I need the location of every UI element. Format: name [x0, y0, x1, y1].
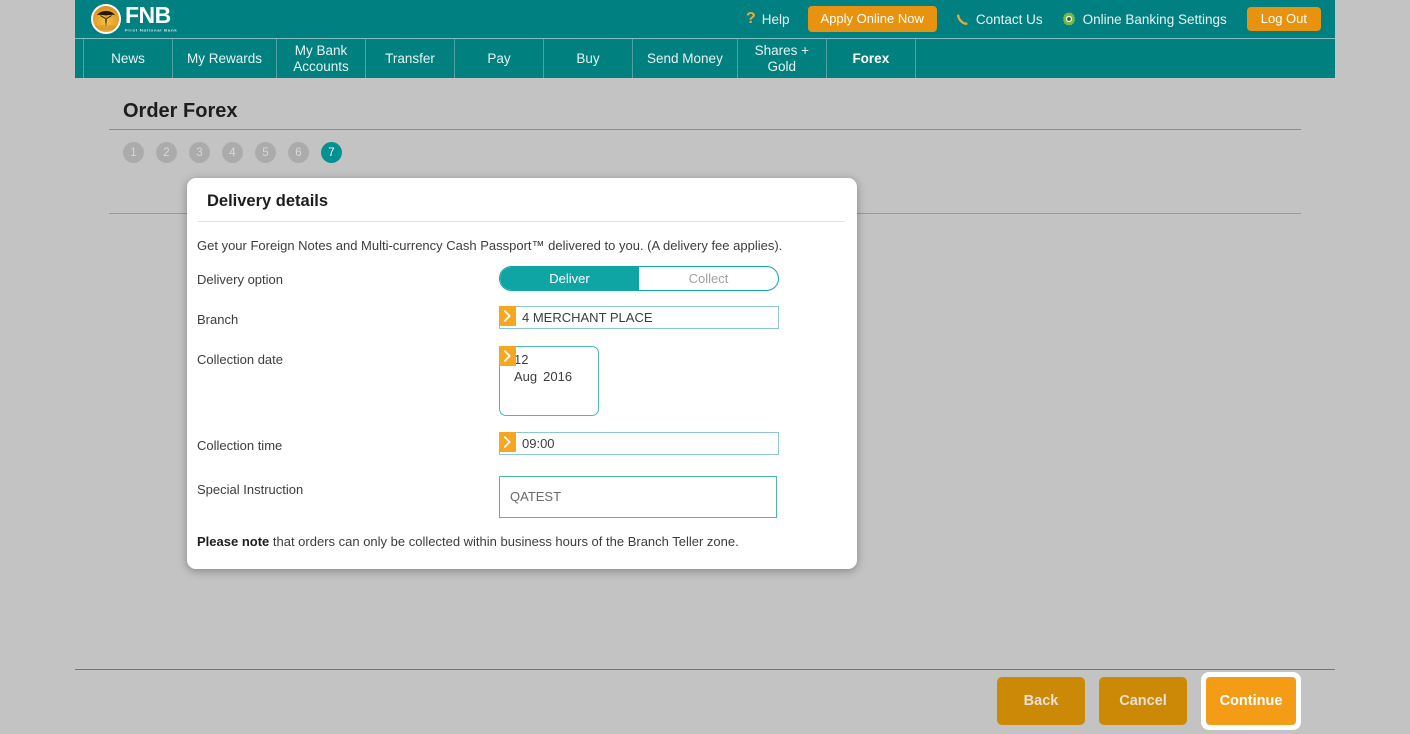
cancel-button[interactable]: Cancel — [1099, 677, 1187, 725]
nav-item-forex[interactable]: Forex — [827, 39, 916, 78]
special-instruction-control: QATEST — [499, 475, 845, 518]
fnb-logo[interactable]: FNB First National Bank — [91, 2, 177, 36]
special-instruction-input[interactable]: QATEST — [499, 475, 777, 518]
phone-icon — [955, 12, 970, 27]
collection-date-year: 2016 — [543, 369, 573, 385]
nav-item-my-bank-accounts[interactable]: My Bank Accounts — [277, 39, 367, 78]
chevron-right-icon[interactable] — [499, 345, 516, 366]
header-actions: ? Help Apply Online Now Contact Us Onlin… — [728, 0, 1335, 38]
field-row-delivery-option: Delivery option Deliver Collect — [197, 265, 845, 296]
branch-input[interactable]: 4 MERCHANT PLACE — [499, 305, 779, 329]
delivery-option-toggle[interactable]: Deliver Collect — [499, 265, 779, 291]
contact-us-label: Contact Us — [975, 11, 1043, 27]
contact-us-link[interactable]: Contact Us — [955, 12, 1043, 27]
step-5[interactable]: 5 — [255, 142, 276, 163]
please-note-text: Please note that orders can only be coll… — [197, 534, 845, 549]
page-title: Order Forex — [109, 78, 1301, 130]
app-page: FNB First National Bank ? Help Apply Onl… — [75, 0, 1335, 734]
footer-actions: Back Cancel Continue — [997, 672, 1301, 730]
card-title: Delivery details — [197, 178, 845, 222]
help-label: Help — [761, 11, 790, 27]
continue-button[interactable]: Continue — [1206, 677, 1296, 725]
nav-item-my-rewards[interactable]: My Rewards — [173, 39, 278, 78]
toggle-option-deliver[interactable]: Deliver — [500, 266, 639, 290]
content-area: Order Forex 1 2 3 4 5 6 7 — [75, 78, 1335, 163]
online-banking-settings-link[interactable]: Online Banking Settings — [1061, 11, 1227, 27]
step-indicator: 1 2 3 4 5 6 7 — [109, 130, 1301, 163]
card-intro-text: Get your Foreign Notes and Multi-currenc… — [197, 238, 783, 253]
branch-control: 4 MERCHANT PLACE — [499, 305, 845, 329]
top-header-bar: FNB First National Bank ? Help Apply Onl… — [75, 0, 1335, 38]
log-out-button[interactable]: Log Out — [1246, 7, 1321, 31]
delivery-option-control: Deliver Collect — [499, 265, 845, 291]
logo-wordmark: FNB — [125, 2, 171, 29]
collection-time-control: 09:00 — [499, 431, 845, 455]
collection-time-field[interactable]: 09:00 — [499, 431, 779, 455]
question-mark-icon: ? — [745, 10, 756, 27]
logo-subtitle: First National Bank — [125, 28, 178, 33]
collection-date-day: 12 — [514, 351, 529, 367]
back-button[interactable]: Back — [997, 677, 1085, 725]
collection-date-label: Collection date — [197, 351, 283, 367]
apply-online-now-button[interactable]: Apply Online Now — [807, 6, 937, 32]
nav-item-news[interactable]: News — [83, 39, 173, 78]
step-4[interactable]: 4 — [222, 142, 243, 163]
gear-icon — [1061, 11, 1077, 27]
step-7-current[interactable]: 7 — [321, 142, 342, 163]
nav-item-send-money[interactable]: Send Money — [633, 39, 738, 78]
continue-focus-ring: Continue — [1201, 672, 1301, 730]
collection-date-field[interactable]: 12 Aug 2016 — [499, 345, 599, 416]
collection-date-control: 12 Aug 2016 — [499, 345, 845, 416]
help-link[interactable]: ? Help — [746, 10, 790, 28]
field-row-special-instruction: Special Instruction QATEST — [197, 475, 845, 518]
field-row-collection-time: Collection time 09:00 — [197, 431, 845, 462]
delivery-option-label: Delivery option — [197, 271, 283, 287]
online-banking-settings-label: Online Banking Settings — [1082, 11, 1227, 27]
collection-date-month-year: Aug 2016 — [514, 368, 598, 386]
footer-divider — [75, 669, 1335, 670]
collection-time-input[interactable]: 09:00 — [499, 431, 779, 455]
branch-field[interactable]: 4 MERCHANT PLACE — [499, 305, 779, 329]
nav-item-shares-gold[interactable]: Shares + Gold — [738, 39, 827, 78]
acacia-tree-logo-icon — [91, 4, 121, 34]
step-3[interactable]: 3 — [189, 142, 210, 163]
nav-item-buy[interactable]: Buy — [544, 39, 634, 78]
nav-item-pay[interactable]: Pay — [455, 39, 545, 78]
collection-time-label: Collection time — [197, 437, 283, 453]
field-row-collection-date: Collection date 12 Aug 2016 — [197, 345, 845, 416]
please-note-rest: that orders can only be collected within… — [269, 533, 739, 549]
step-2[interactable]: 2 — [156, 142, 177, 163]
collection-date-month: Aug — [514, 369, 538, 385]
field-row-branch: Branch 4 MERCHANT PLACE — [197, 305, 845, 336]
chevron-right-icon[interactable] — [499, 431, 516, 452]
chevron-right-icon[interactable] — [499, 305, 516, 326]
nav-item-transfer[interactable]: Transfer — [366, 39, 456, 78]
please-note-bold: Please note — [197, 533, 270, 549]
delivery-details-card: Delivery details Get your Foreign Notes … — [187, 178, 857, 569]
toggle-option-collect[interactable]: Collect — [639, 267, 778, 290]
card-body: Get your Foreign Notes and Multi-currenc… — [187, 222, 857, 569]
step-6[interactable]: 6 — [288, 142, 309, 163]
branch-label: Branch — [197, 311, 239, 327]
main-navigation: News My Rewards My Bank Accounts Transfe… — [75, 38, 1335, 78]
special-instruction-label: Special Instruction — [197, 481, 304, 497]
step-1[interactable]: 1 — [123, 142, 144, 163]
